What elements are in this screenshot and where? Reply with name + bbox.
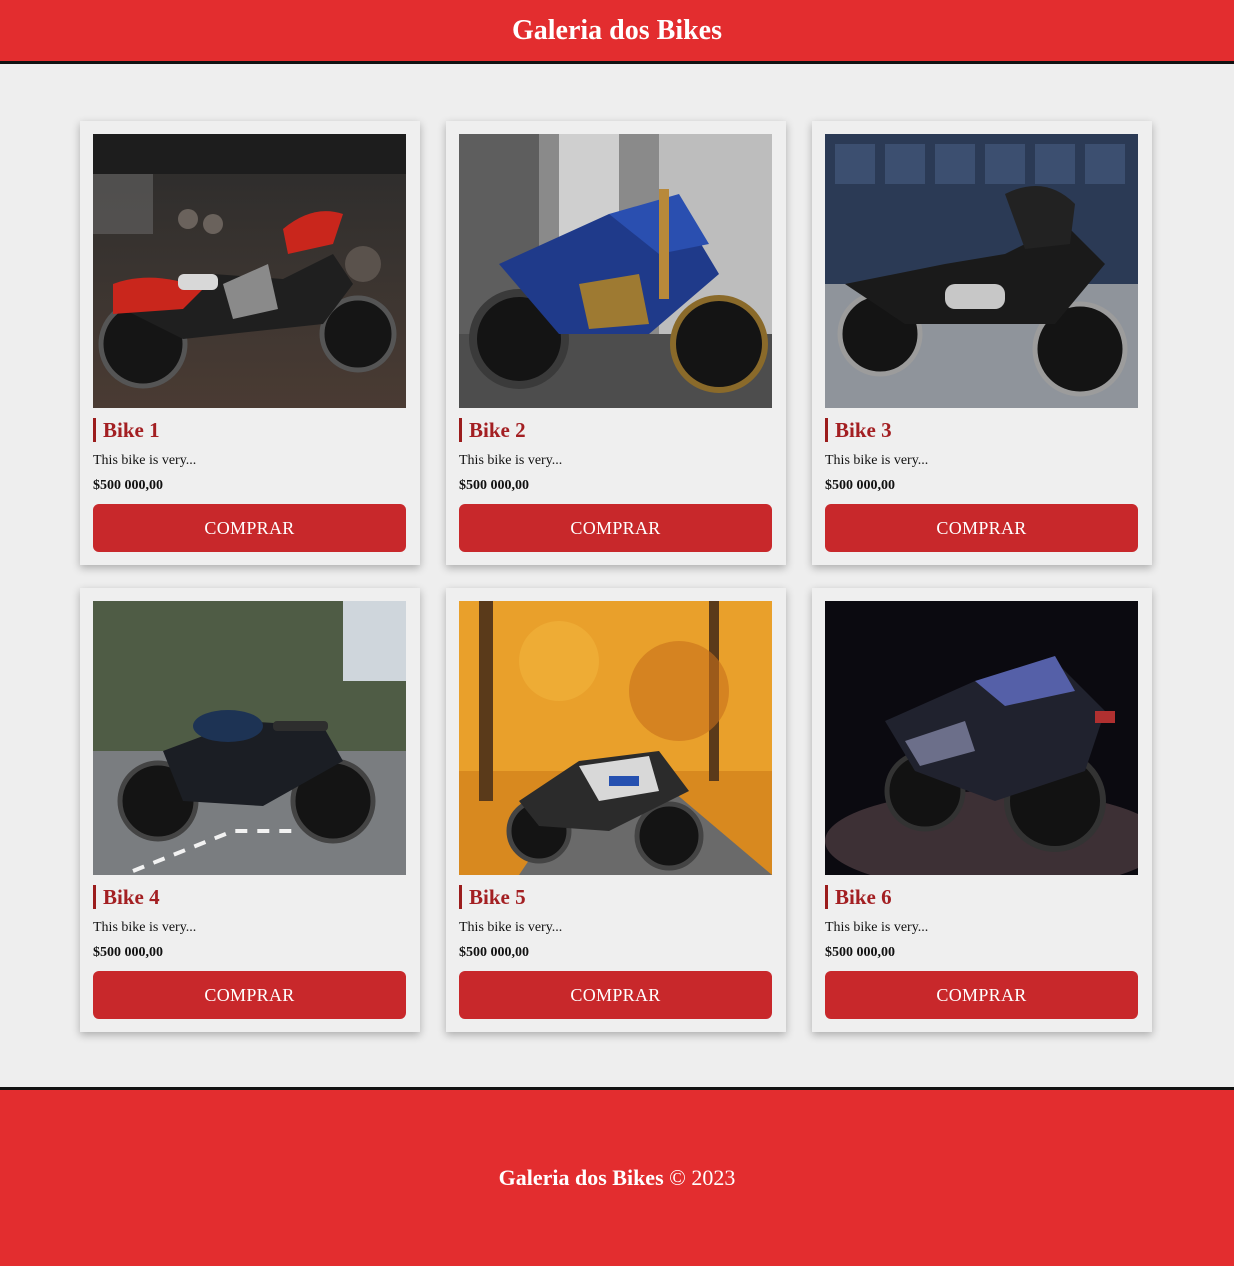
product-description: This bike is very... xyxy=(825,453,929,468)
product-photo xyxy=(825,601,1138,875)
product-description: This bike is very... xyxy=(93,453,197,468)
product-photo xyxy=(93,601,406,875)
product-card: Bike 3 This bike is very... $500 000,00 … xyxy=(812,121,1152,565)
buy-button[interactable]: COMPRAR xyxy=(459,504,772,552)
product-title: Bike 5 xyxy=(459,885,773,909)
product-price: $500 000,00 xyxy=(825,945,895,960)
product-photo xyxy=(93,134,406,408)
buy-button[interactable]: COMPRAR xyxy=(825,504,1138,552)
product-title: Bike 4 xyxy=(93,885,407,909)
buy-button[interactable]: COMPRAR xyxy=(459,971,772,1019)
product-photo xyxy=(459,601,772,875)
site-title: Galeria dos Bikes xyxy=(511,14,722,46)
product-title: Bike 3 xyxy=(825,418,1139,442)
footer-text: Galeria dos Bikes © 2023 xyxy=(499,1165,736,1191)
product-price: $500 000,00 xyxy=(93,945,163,960)
product-description: This bike is very... xyxy=(459,920,563,935)
product-title: Bike 1 xyxy=(93,418,407,442)
product-title: Bike 6 xyxy=(825,885,1139,909)
product-price: $500 000,00 xyxy=(459,945,529,960)
footer-copyright: © 2023 xyxy=(669,1165,736,1190)
product-photo xyxy=(825,134,1138,408)
product-card: Bike 5 This bike is very... $500 000,00 … xyxy=(446,588,786,1032)
product-title: Bike 2 xyxy=(459,418,773,442)
product-description: This bike is very... xyxy=(825,920,929,935)
product-price: $500 000,00 xyxy=(459,478,529,493)
site-footer: Galeria dos Bikes © 2023 xyxy=(0,1087,1234,1266)
product-price: $500 000,00 xyxy=(93,478,163,493)
footer-brand: Galeria dos Bikes xyxy=(498,1165,664,1190)
buy-button[interactable]: COMPRAR xyxy=(93,971,406,1019)
product-description: This bike is very... xyxy=(459,453,563,468)
product-card: Bike 2 This bike is very... $500 000,00 … xyxy=(446,121,786,565)
buy-button[interactable]: COMPRAR xyxy=(93,504,406,552)
buy-button[interactable]: COMPRAR xyxy=(825,971,1138,1019)
product-card: Bike 1 This bike is very... $500 000,00 … xyxy=(80,121,420,565)
product-price: $500 000,00 xyxy=(825,478,895,493)
product-card: Bike 4 This bike is very... $500 000,00 … xyxy=(80,588,420,1032)
product-description: This bike is very... xyxy=(93,920,197,935)
product-photo xyxy=(459,134,772,408)
product-card: Bike 6 This bike is very... $500 000,00 … xyxy=(812,588,1152,1032)
site-header: Galeria dos Bikes xyxy=(0,0,1234,64)
bike-gallery: Bike 1 This bike is very... $500 000,00 … xyxy=(80,121,1152,1032)
